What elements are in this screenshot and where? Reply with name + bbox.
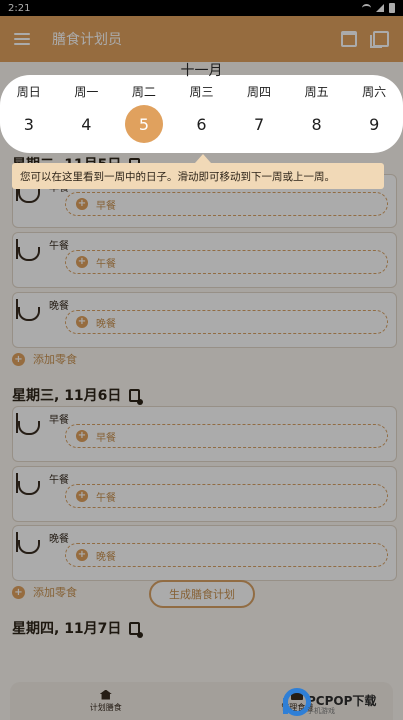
weekday-label: 周一 <box>74 85 99 99</box>
weekday-label: 周三 <box>189 85 214 99</box>
day-sat[interactable]: 周六 9 <box>346 83 403 143</box>
tutorial-tooltip: 您可以在这里看到一周中的日子。滑动即可移动到下一周或上一周。 <box>12 163 384 189</box>
day-mon[interactable]: 周一 4 <box>58 83 115 143</box>
date-number: 4 <box>81 114 92 134</box>
day-tue[interactable]: 周二 5 <box>115 83 172 143</box>
weekday-label: 周六 <box>362 85 387 99</box>
date-number-selected: 5 <box>124 105 163 143</box>
date-number: 9 <box>369 114 380 134</box>
day-thu[interactable]: 周四 7 <box>231 83 288 143</box>
month-label: 十一月 <box>180 63 223 79</box>
weekday-label: 周四 <box>247 85 272 99</box>
date-number: 3 <box>23 114 34 134</box>
date-number: 7 <box>253 114 265 134</box>
weekday-label: 周五 <box>304 85 329 99</box>
date-number: 8 <box>311 114 322 134</box>
watermark: PCPOP下载 手机游戏 <box>279 680 403 720</box>
tooltip-arrow <box>195 154 211 163</box>
week-strip[interactable]: 周日 3 周一 4 周二 5 周三 6 周四 7 周五 8 周六 9 <box>0 83 403 143</box>
day-wed[interactable]: 周三 6 <box>173 83 230 143</box>
day-fri[interactable]: 周五 8 <box>288 83 345 143</box>
watermark-sub: 手机游戏 <box>307 707 335 715</box>
weekday-label: 周日 <box>16 85 41 99</box>
day-sun[interactable]: 周日 3 <box>0 83 57 143</box>
date-number: 6 <box>196 114 207 134</box>
weekday-label: 周二 <box>131 85 156 99</box>
pcpop-logo-icon <box>279 684 311 716</box>
